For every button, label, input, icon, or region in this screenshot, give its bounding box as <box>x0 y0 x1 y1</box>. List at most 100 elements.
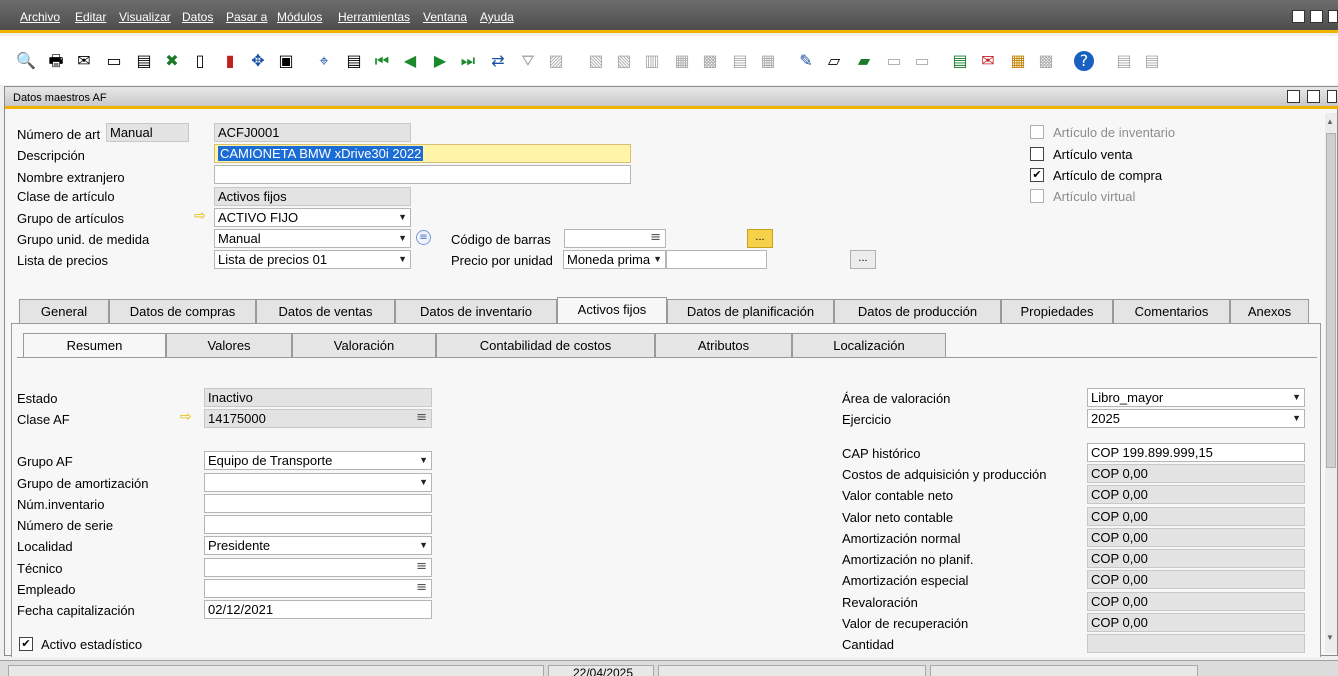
restore-app-button[interactable] <box>1310 10 1323 23</box>
clase-articulo-field[interactable]: Activos fijos <box>214 187 411 206</box>
localidad-select[interactable]: Presidente <box>204 536 432 555</box>
checkbox-articulo-inventario[interactable] <box>1030 125 1044 139</box>
menu-ayuda[interactable]: Ayuda <box>480 10 514 24</box>
tab-activos-fijos[interactable]: Activos fijos <box>557 297 667 323</box>
menu-herramientas[interactable]: Herramientas <box>338 10 410 24</box>
amortizacion-especial-field[interactable]: COP 0,00 <box>1087 570 1305 589</box>
valor-neto-contable-field[interactable]: COP 0,00 <box>1087 507 1305 526</box>
find-icon[interactable]: ⌖ <box>314 51 334 71</box>
tab-datos-produccion[interactable]: Datos de producción <box>834 299 1001 323</box>
numero-field[interactable]: ACFJ0001 <box>214 123 411 142</box>
payment-icon[interactable]: ▦ <box>672 51 692 71</box>
subtab-localizacion[interactable]: Localización <box>792 333 946 357</box>
activity-icon[interactable]: ▤ <box>950 51 970 71</box>
menu-modulos[interactable]: Módulos <box>277 10 322 24</box>
print-preview-icon[interactable]: 🔍 <box>16 51 36 71</box>
num-serie-field[interactable] <box>204 515 432 534</box>
codigo-barras-button[interactable]: ... <box>747 229 773 248</box>
vertical-scrollbar[interactable]: ▲ ▼ <box>1325 113 1337 653</box>
calculator-icon[interactable]: ▦ <box>1008 51 1028 71</box>
tecnico-field[interactable] <box>204 558 432 577</box>
alert-icon[interactable]: ▭ <box>912 51 932 71</box>
area-valoracion-select[interactable]: Libro_mayor <box>1087 388 1305 407</box>
subtab-resumen[interactable]: Resumen <box>23 333 166 357</box>
grupo-af-select[interactable]: Equipo de Transporte <box>204 451 432 470</box>
grupo-unid-select[interactable]: Manual <box>214 229 411 248</box>
tab-anexos[interactable]: Anexos <box>1230 299 1309 323</box>
descripcion-field[interactable]: CAMIONETA BMW xDrive30i 2022 <box>214 144 631 163</box>
uom-details-icon[interactable]: ≡ <box>416 230 431 245</box>
clase-af-field[interactable]: 14175000 <box>204 409 432 428</box>
previous-record-icon[interactable]: ◀ <box>400 51 420 71</box>
menu-ventana[interactable]: Ventana <box>423 10 467 24</box>
codigo-barras-field[interactable] <box>564 229 666 248</box>
menu-editar[interactable]: Editar <box>75 10 106 24</box>
menu-datos[interactable]: Datos <box>182 10 213 24</box>
subtab-valoracion[interactable]: Valoración <box>292 333 436 357</box>
valor-recuperacion-field[interactable]: COP 0,00 <box>1087 613 1305 632</box>
first-record-icon[interactable]: ⏮ <box>372 51 392 71</box>
edit-icon[interactable]: ✎ <box>796 51 816 71</box>
volume-weight-icon[interactable]: ▤ <box>730 51 750 71</box>
menu-visualizar[interactable]: Visualizar <box>119 10 171 24</box>
batch-serial-icon[interactable]: ▦ <box>758 51 778 71</box>
cap-historico-field[interactable]: COP 199.899.999,15 <box>1087 443 1305 462</box>
journal-icon[interactable]: ▥ <box>642 51 662 71</box>
refresh-icon[interactable]: ⇄ <box>488 51 508 71</box>
filter-icon[interactable]: ⛛ <box>518 51 538 71</box>
estado-field[interactable]: Inactivo <box>204 388 432 407</box>
costos-adquisicion-field[interactable]: COP 0,00 <box>1087 464 1305 483</box>
amortizacion-no-planif-field[interactable]: COP 0,00 <box>1087 549 1305 568</box>
checkbox-articulo-virtual[interactable] <box>1030 189 1044 203</box>
tab-datos-inventario[interactable]: Datos de inventario <box>395 299 557 323</box>
tab-datos-ventas[interactable]: Datos de ventas <box>256 299 395 323</box>
gross-profit-icon[interactable]: ▩ <box>700 51 720 71</box>
precio-moneda-select[interactable]: Moneda prima <box>563 250 666 269</box>
cantidad-field[interactable] <box>1087 634 1305 653</box>
close-app-button[interactable] <box>1328 10 1338 23</box>
minimize-app-button[interactable] <box>1292 10 1305 23</box>
print-icon[interactable]: 🖶 <box>46 51 66 71</box>
widget-icon[interactable]: ▤ <box>1142 51 1162 71</box>
export-excel-icon[interactable]: ✖ <box>162 51 182 71</box>
window-title-bar[interactable]: Datos maestros AF <box>5 87 1338 109</box>
scrollbar-thumb[interactable] <box>1326 133 1336 468</box>
maximize-window-button[interactable] <box>1307 90 1320 103</box>
sort-icon[interactable]: ▨ <box>546 51 566 71</box>
structure-icon[interactable]: ▩ <box>1036 51 1056 71</box>
precio-unidad-field[interactable] <box>666 250 767 269</box>
fecha-capitalizacion-field[interactable]: 02/12/2021 <box>204 600 432 619</box>
launch-app-icon[interactable]: ✥ <box>248 51 268 71</box>
email-icon[interactable]: ✉ <box>74 51 94 71</box>
grupo-articulos-select[interactable]: ACTIVO FIJO <box>214 208 411 227</box>
valor-contable-neto-field[interactable]: COP 0,00 <box>1087 485 1305 504</box>
export-pdf-icon[interactable]: ▮ <box>220 51 240 71</box>
export-word-icon[interactable]: ▯ <box>190 51 210 71</box>
link-arrow-icon[interactable]: ⇨ <box>194 208 206 224</box>
form-settings-icon[interactable]: ▱ <box>824 51 844 71</box>
checkbox-activo-estadistico[interactable]: ✔ <box>19 637 33 651</box>
checkbox-articulo-venta[interactable] <box>1030 147 1044 161</box>
tab-datos-compras[interactable]: Datos de compras <box>109 299 256 323</box>
scroll-up-icon[interactable]: ▲ <box>1326 117 1334 126</box>
tab-general[interactable]: General <box>19 299 109 323</box>
subtab-contabilidad-costos[interactable]: Contabilidad de costos <box>436 333 655 357</box>
subtab-atributos[interactable]: Atributos <box>655 333 792 357</box>
query-icon[interactable]: ▰ <box>854 51 874 71</box>
clase-af-link-arrow-icon[interactable]: ⇨ <box>180 409 192 425</box>
subtab-valores[interactable]: Valores <box>166 333 292 357</box>
email-report-icon[interactable]: ✉ <box>978 51 998 71</box>
next-record-icon[interactable]: ▶ <box>430 51 450 71</box>
empleado-field[interactable] <box>204 579 432 598</box>
amortizacion-normal-field[interactable]: COP 0,00 <box>1087 528 1305 547</box>
tab-comentarios[interactable]: Comentarios <box>1113 299 1230 323</box>
menu-archivo[interactable]: Archivo <box>20 10 60 24</box>
sms-icon[interactable]: ▭ <box>104 51 124 71</box>
minimize-window-button[interactable] <box>1287 90 1300 103</box>
nombre-extranjero-field[interactable] <box>214 165 631 184</box>
menu-pasar-a[interactable]: Pasar a <box>226 10 267 24</box>
lock-screen-icon[interactable]: ▣ <box>276 51 296 71</box>
add-icon[interactable]: ▤ <box>344 51 364 71</box>
precio-details-button[interactable]: ... <box>850 250 876 269</box>
help-icon[interactable]: ? <box>1074 51 1094 71</box>
